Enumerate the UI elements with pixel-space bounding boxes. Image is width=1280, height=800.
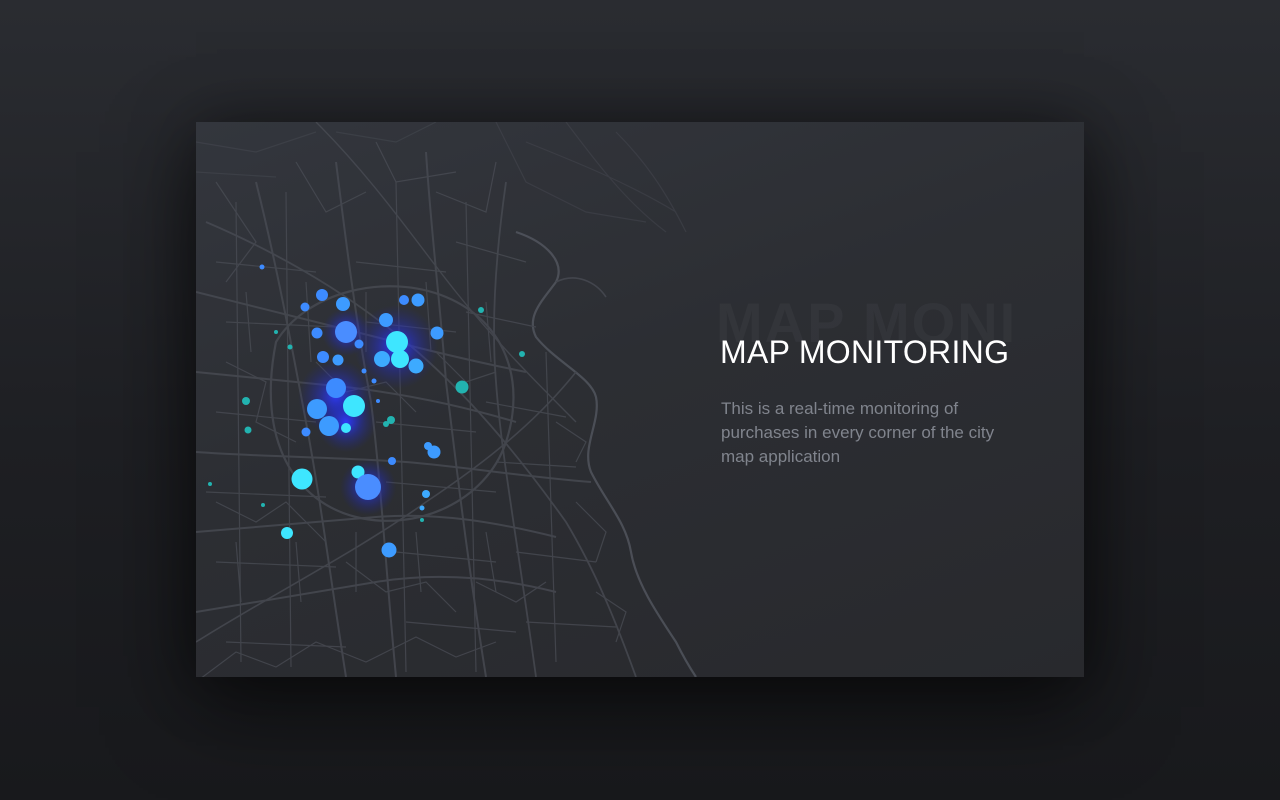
purchase-dot[interactable]: [291, 468, 313, 490]
purchase-dot[interactable]: [341, 423, 351, 433]
purchase-dot[interactable]: [519, 351, 525, 357]
purchase-dot[interactable]: [371, 378, 377, 384]
purchase-dot[interactable]: [399, 295, 409, 305]
purchase-dot[interactable]: [388, 457, 396, 465]
purchase-dot[interactable]: [301, 427, 311, 437]
purchase-dot[interactable]: [379, 313, 393, 327]
purchase-dot[interactable]: [332, 354, 344, 366]
purchase-dot[interactable]: [326, 378, 346, 398]
description-line: This is a real-time monitoring of: [721, 399, 959, 418]
purchase-dot[interactable]: [355, 474, 381, 500]
purchase-dot[interactable]: [317, 351, 329, 363]
purchase-dot[interactable]: [316, 289, 328, 301]
purchase-dot[interactable]: [354, 339, 364, 349]
purchase-dot[interactable]: [383, 421, 389, 427]
purchase-dot[interactable]: [424, 442, 432, 450]
description-line: purchases in every corner of the city: [721, 423, 995, 442]
purchase-dot[interactable]: [411, 293, 425, 307]
purchase-dot[interactable]: [361, 368, 367, 374]
purchase-dot[interactable]: [274, 330, 278, 334]
purchase-dot[interactable]: [430, 326, 444, 340]
purchase-dot[interactable]: [386, 331, 408, 353]
purchase-dot[interactable]: [261, 503, 265, 507]
purchase-dot[interactable]: [422, 490, 430, 498]
purchase-dot[interactable]: [300, 302, 310, 312]
purchase-dot[interactable]: [478, 307, 484, 313]
description: This is a real-time monitoring of purcha…: [721, 397, 1051, 469]
purchase-dot[interactable]: [244, 426, 252, 434]
purchase-dot[interactable]: [381, 542, 397, 558]
purchase-dot[interactable]: [336, 297, 350, 311]
purchase-dot[interactable]: [343, 395, 365, 417]
purchase-dot[interactable]: [391, 350, 409, 368]
page-background: { "card": { "title": "MAP MONITORING", "…: [0, 0, 1280, 800]
purchase-dot[interactable]: [419, 505, 425, 511]
map-monitoring-card: MAP MONI MAP MONITORING This is a real-t…: [196, 122, 1084, 677]
purchase-dot[interactable]: [281, 527, 293, 539]
purchase-dot[interactable]: [319, 416, 339, 436]
purchase-dot[interactable]: [208, 482, 212, 486]
description-line: map application: [721, 447, 841, 466]
purchase-dot[interactable]: [376, 399, 380, 403]
purchase-dot[interactable]: [307, 399, 327, 419]
purchase-dot[interactable]: [242, 397, 250, 405]
page-title: MAP MONITORING: [720, 334, 1010, 370]
purchase-dot[interactable]: [408, 358, 424, 374]
purchase-dot[interactable]: [455, 380, 469, 394]
purchase-dot[interactable]: [420, 518, 424, 522]
purchase-dot[interactable]: [287, 344, 293, 350]
city-map: [196, 122, 736, 677]
purchase-dot[interactable]: [374, 351, 390, 367]
purchase-dot[interactable]: [259, 264, 265, 270]
purchase-dot[interactable]: [335, 321, 357, 343]
purchase-dot[interactable]: [311, 327, 323, 339]
